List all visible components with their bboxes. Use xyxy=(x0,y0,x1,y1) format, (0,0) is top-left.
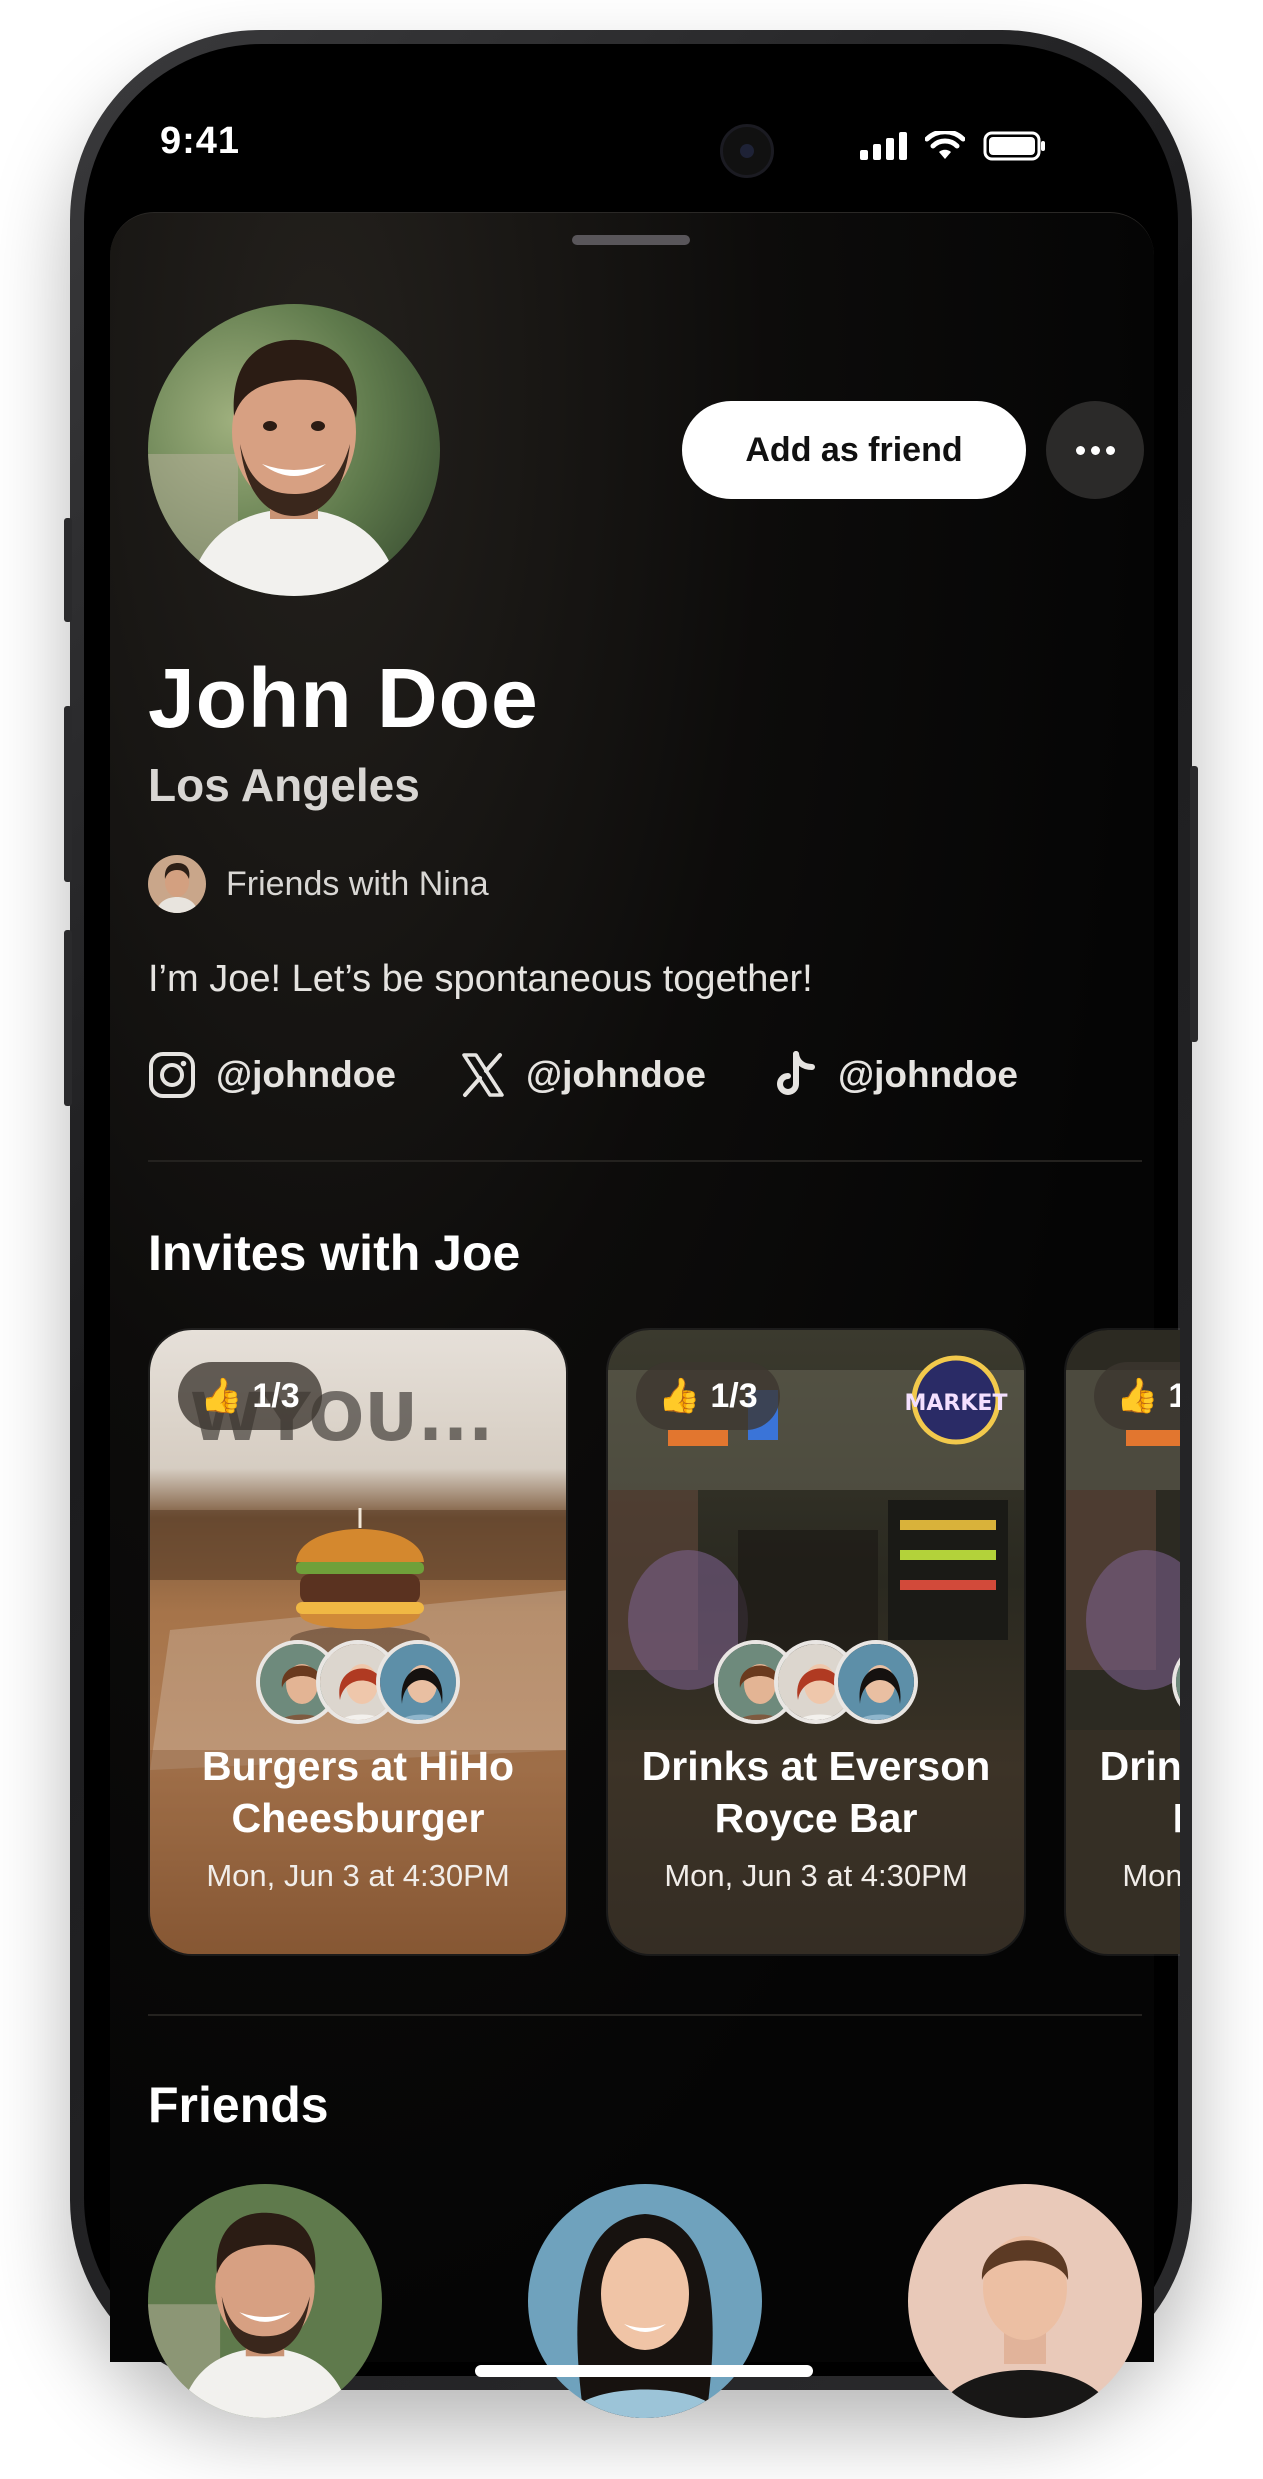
invite-date: Mon, Jun 3 at 4:30PM xyxy=(664,1858,968,1893)
dynamic-island xyxy=(720,124,774,178)
friend-avatar[interactable] xyxy=(148,2184,382,2418)
invite-title: Drinks at Everson Royce Bar xyxy=(1099,1743,1180,1841)
tiktok-handle: @johndoe xyxy=(838,1054,1018,1095)
svg-text:MARKET: MARKET xyxy=(905,1391,1008,1416)
profile-name: John Doe xyxy=(148,651,539,745)
home-indicator[interactable] xyxy=(475,2365,813,2377)
friends-section-title: Friends xyxy=(148,2077,329,2133)
status-time: 9:41 xyxy=(160,120,241,162)
wifi-icon xyxy=(925,131,965,159)
attendee-avatars xyxy=(150,1640,566,1724)
power-button xyxy=(1190,766,1198,1042)
thumbs-up-icon: 👍 xyxy=(200,1377,243,1415)
instagram-icon xyxy=(149,1052,195,1098)
invite-card[interactable]: 👍 1/3 Drinks at Everson Royce Bar Mon, J… xyxy=(1064,1328,1180,1956)
status-icons xyxy=(860,130,1047,162)
vote-badge[interactable]: 👍 1/3 xyxy=(178,1362,322,1430)
invite-title: Drinks at Everson Royce Bar xyxy=(641,1743,991,1841)
friend-avatar[interactable] xyxy=(528,2184,762,2418)
attendee-avatars xyxy=(1066,1640,1180,1724)
battery-icon xyxy=(983,131,1045,161)
volume-down-button xyxy=(64,930,72,1106)
profile-city: Los Angeles xyxy=(148,759,420,811)
attendee-avatar xyxy=(834,1640,918,1724)
friend-avatar[interactable] xyxy=(908,2184,1142,2418)
section-divider xyxy=(148,1160,1142,1162)
x-link[interactable]: @johndoe xyxy=(460,1052,772,1098)
attendee-avatar xyxy=(376,1640,460,1724)
more-dot-icon xyxy=(1075,445,1085,455)
social-links: @johndoe @johndoe @johndoe xyxy=(148,1050,1018,1100)
tiktok-link[interactable]: @johndoe xyxy=(772,1050,1018,1100)
invite-date: Mon, Jun 3 at 4:30PM xyxy=(206,1858,510,1893)
invites-carousel[interactable]: WYOU... 👍 1/3 Burgers at HiHo Cheesburge… xyxy=(148,1328,1180,1956)
instagram-handle: @johndoe xyxy=(216,1054,396,1095)
instagram-link[interactable]: @johndoe xyxy=(148,1051,460,1099)
x-handle: @johndoe xyxy=(526,1054,706,1095)
profile-bio: I’m Joe! Let’s be spontaneous together! xyxy=(148,958,813,1000)
signal-icon xyxy=(860,132,907,160)
attendee-avatar xyxy=(1172,1640,1180,1724)
volume-up-button xyxy=(64,706,72,882)
invite-date: Mon, Jun 3 at 4:30PM xyxy=(1122,1858,1180,1893)
invite-card[interactable]: WYOU... 👍 1/3 Burgers at HiHo Cheesburge… xyxy=(148,1328,568,1956)
profile-avatar[interactable] xyxy=(148,304,440,596)
add-friend-button[interactable]: Add as friend xyxy=(682,401,1026,499)
attendee-avatars xyxy=(608,1640,1024,1724)
mute-switch xyxy=(64,518,72,622)
invite-title: Burgers at HiHo Cheesburger xyxy=(201,1743,515,1841)
more-options-button[interactable] xyxy=(1046,401,1144,499)
thumbs-up-icon: 👍 xyxy=(1116,1377,1159,1415)
mutual-friends[interactable]: Friends with Nina xyxy=(148,855,489,913)
vote-count: 1/3 xyxy=(252,1376,300,1415)
vote-badge[interactable]: 👍 1/3 xyxy=(636,1362,780,1430)
vote-count: 1/3 xyxy=(710,1376,758,1415)
vote-count: 1/3 xyxy=(1168,1377,1180,1416)
mutual-friends-text: Friends with Nina xyxy=(226,864,489,903)
invite-card[interactable]: MARKET 👍 1/3 Drinks at Everson Royce Bar… xyxy=(606,1328,1026,1956)
invites-section-title: Invites with Joe xyxy=(148,1225,521,1281)
tiktok-icon xyxy=(777,1051,815,1095)
sheet-drag-handle[interactable] xyxy=(572,235,690,245)
thumbs-up-icon: 👍 xyxy=(658,1377,701,1415)
section-divider xyxy=(148,2014,1142,2016)
x-icon xyxy=(462,1053,504,1097)
vote-badge[interactable]: 👍 1/3 xyxy=(1094,1362,1180,1430)
mutual-friend-avatar xyxy=(148,855,206,913)
